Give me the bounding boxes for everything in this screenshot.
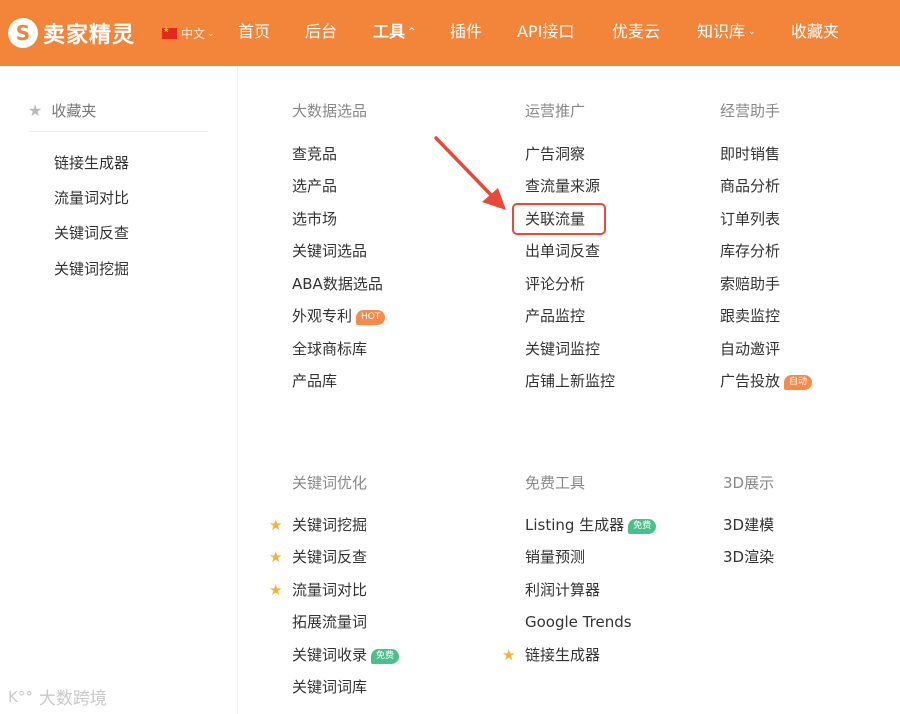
menu-link-keyword-monitor[interactable]: 关键词监控	[525, 339, 600, 359]
language-selector[interactable]: 中文 ⌄	[162, 25, 215, 42]
menu-link-ad-placement[interactable]: 广告投放 自动	[720, 371, 813, 391]
menu-link-link-generator[interactable]: 链接生成器	[525, 645, 600, 665]
favorites-header: ★ 收藏夹	[28, 100, 96, 121]
menu-link-aba[interactable]: ABA数据选品	[292, 274, 383, 294]
menu-link-expand-traffic[interactable]: 拓展流量词	[292, 612, 367, 632]
star-icon[interactable]: ★	[269, 547, 282, 567]
watermark: K°° 大数跨境	[8, 684, 107, 710]
menu-link-auto-review[interactable]: 自动邀评	[720, 339, 780, 359]
menu-link-inventory[interactable]: 库存分析	[720, 241, 780, 261]
menu-link-design-patent[interactable]: 外观专利 HOT	[292, 306, 386, 326]
menu-link-keyword-index[interactable]: 关键词收录 免费	[292, 645, 400, 665]
menu-link-traffic-source[interactable]: 查流量来源	[525, 176, 600, 196]
nav-backend[interactable]: 后台	[305, 21, 337, 43]
menu-link-ad-insight[interactable]: 广告洞察	[525, 144, 585, 164]
star-icon: ★	[28, 101, 43, 120]
menu-link-store-new-monitor[interactable]: 店铺上新监控	[525, 371, 615, 391]
section-title-big-data: 大数据选品	[292, 102, 368, 120]
favorite-item[interactable]: 链接生成器	[54, 152, 129, 173]
menu-link-keyword-mining[interactable]: 关键词挖掘	[292, 515, 367, 535]
watermark-logo-icon: K°°	[8, 687, 33, 706]
annotation-arrow-icon	[434, 136, 506, 210]
star-icon[interactable]: ★	[269, 580, 282, 600]
watermark-text: 大数跨境	[38, 689, 107, 709]
menu-link-keyword-selection[interactable]: 关键词选品	[292, 241, 367, 261]
brand-name: 卖家精灵	[43, 23, 136, 48]
menu-link-profit-calculator[interactable]: 利润计算器	[525, 580, 600, 600]
auto-badge: 自动	[784, 375, 813, 390]
favorite-item[interactable]: 流量词对比	[54, 187, 129, 208]
hot-badge: HOT	[356, 310, 386, 325]
logo-icon: S	[8, 18, 38, 48]
section-title-ops: 运营推广	[525, 102, 586, 120]
nav-youmaiyun[interactable]: 优麦云	[612, 21, 660, 43]
chevron-up-icon: ^	[408, 27, 416, 37]
menu-link-trademark[interactable]: 全球商标库	[292, 339, 367, 359]
menu-link-product-analysis[interactable]: 商品分析	[720, 176, 780, 196]
brand-logo[interactable]: S 卖家精灵	[8, 16, 135, 50]
nav-tools[interactable]: 工具 ^	[373, 21, 416, 43]
menu-link-instant-sales[interactable]: 即时销售	[720, 144, 780, 164]
menu-link-3d-modeling[interactable]: 3D建模	[723, 515, 774, 535]
menu-link-google-trends[interactable]: Google Trends	[525, 612, 632, 632]
top-navigation-bar: S 卖家精灵 中文 ⌄ 首页 后台 工具^ 插件 API接口 优麦云 知识库⌄ …	[0, 0, 900, 66]
section-title-keyword-opt: 关键词优化	[292, 474, 368, 492]
menu-link-hijack-monitor[interactable]: 跟卖监控	[720, 306, 780, 326]
menu-link-product-library[interactable]: 产品库	[292, 371, 337, 391]
menu-link-competitor[interactable]: 查竞品	[292, 144, 337, 164]
highlight-box	[512, 203, 606, 235]
section-title-free-tools: 免费工具	[525, 474, 586, 492]
china-flag-icon	[162, 26, 177, 39]
menu-link-keyword-reverse[interactable]: 关键词反查	[292, 547, 367, 567]
menu-link-product[interactable]: 选产品	[292, 176, 337, 196]
favorites-divider	[28, 131, 208, 132]
menu-link-3d-rendering[interactable]: 3D渲染	[723, 547, 774, 567]
nav-tools-label: 工具	[373, 22, 406, 41]
link-label: Listing 生成器	[525, 516, 625, 534]
star-icon[interactable]: ★	[269, 515, 282, 535]
link-label: 外观专利	[292, 307, 353, 325]
menu-link-order-list[interactable]: 订单列表	[720, 209, 780, 229]
chevron-down-icon: ⌄	[748, 27, 756, 37]
link-label: 关键词收录	[292, 646, 368, 664]
menu-link-traffic-compare[interactable]: 流量词对比	[292, 580, 367, 600]
menu-link-claims[interactable]: 索赔助手	[720, 274, 780, 294]
menu-link-keyword-library[interactable]: 关键词词库	[292, 677, 367, 697]
favorite-item[interactable]: 关键词反查	[54, 222, 129, 243]
menu-link-sales-forecast[interactable]: 销量预测	[525, 547, 585, 567]
menu-link-order-keyword[interactable]: 出单词反查	[525, 241, 600, 261]
favorites-title: 收藏夹	[51, 102, 97, 120]
star-icon[interactable]: ★	[502, 645, 515, 665]
section-title-3d: 3D展示	[723, 474, 775, 492]
menu-link-product-monitor[interactable]: 产品监控	[525, 306, 585, 326]
menu-link-review-analysis[interactable]: 评论分析	[525, 274, 585, 294]
menu-link-listing-generator[interactable]: Listing 生成器 免费	[525, 515, 657, 535]
nav-knowledge-label: 知识库	[697, 22, 746, 41]
favorite-item[interactable]: 关键词挖掘	[54, 258, 129, 279]
nav-plugins[interactable]: 插件	[450, 21, 482, 43]
free-badge: 免费	[628, 519, 657, 534]
free-badge: 免费	[371, 649, 400, 664]
link-label: 广告投放	[720, 372, 781, 390]
menu-link-market[interactable]: 选市场	[292, 209, 337, 229]
language-label: 中文	[181, 27, 206, 41]
nav-knowledge-base[interactable]: 知识库 ⌄	[697, 21, 756, 43]
nav-home[interactable]: 首页	[238, 21, 270, 43]
chevron-down-icon: ⌄	[207, 28, 215, 39]
nav-favorites[interactable]: 收藏夹	[791, 21, 839, 43]
section-title-assistant: 经营助手	[720, 102, 781, 120]
nav-api[interactable]: API接口	[517, 21, 574, 43]
